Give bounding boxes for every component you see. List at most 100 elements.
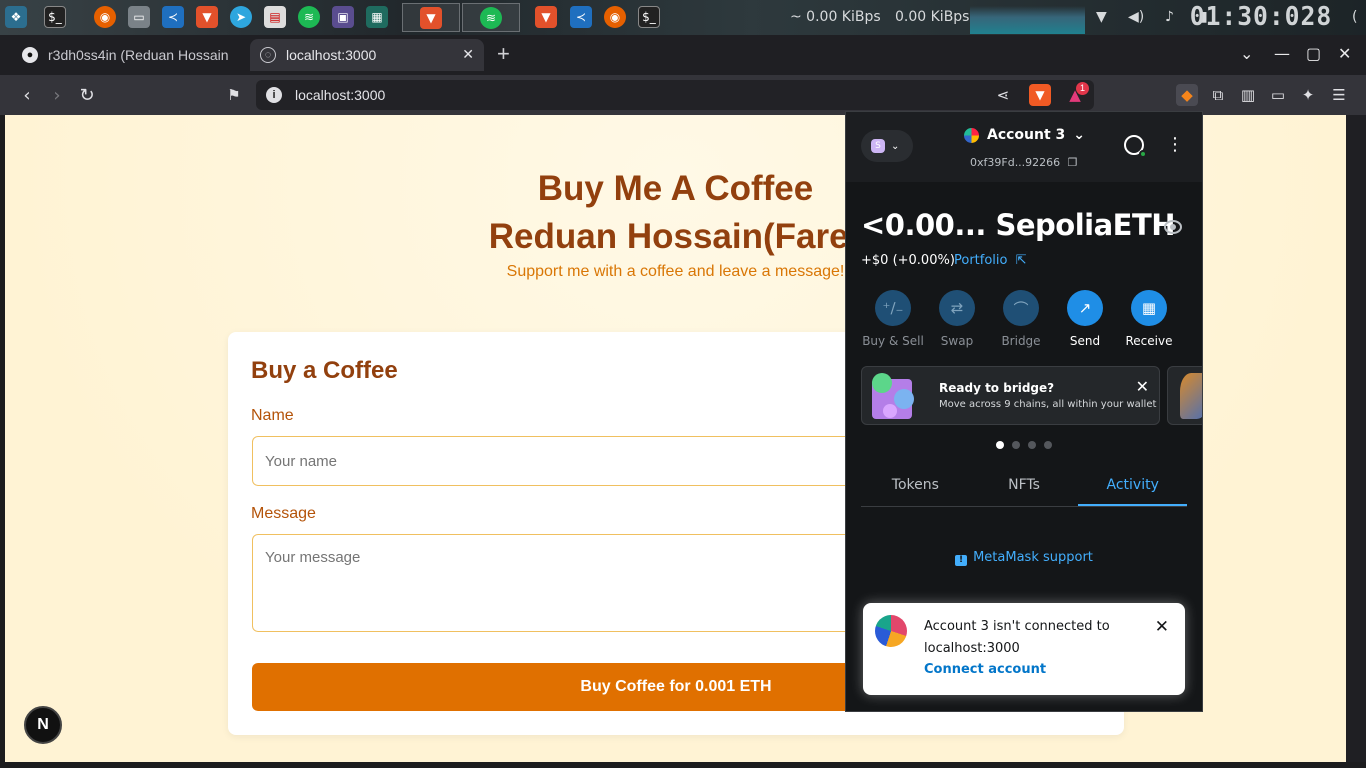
brave-shields-icon[interactable]: ▼ [1029, 84, 1051, 106]
github-icon: ● [22, 47, 38, 63]
tab-tokens[interactable]: Tokens [861, 469, 970, 506]
tab-label: localhost:3000 [286, 47, 377, 63]
app-launcher-icon[interactable]: ❖ [5, 6, 27, 28]
chevron-down-icon: ⌄ [1073, 127, 1086, 143]
menu-icon[interactable]: ☰ [1328, 84, 1350, 106]
account-name: Account 3 [987, 127, 1066, 143]
carousel-dot[interactable] [1012, 441, 1020, 449]
connected-sites-icon[interactable] [1124, 135, 1147, 158]
tab-list-chevron-icon[interactable]: ⌄ [1240, 44, 1253, 63]
portfolio-link[interactable]: Portfolio ⇱ [954, 253, 1027, 268]
bridge-icon: ⌒ [1003, 290, 1039, 326]
tab-nfts[interactable]: NFTs [970, 469, 1079, 506]
next-promo-banner[interactable] [1167, 366, 1202, 425]
globe-icon: ◌ [260, 47, 276, 63]
bridge-promo-banner[interactable]: Ready to bridge? Move across 9 chains, a… [861, 366, 1160, 425]
browser-tab-strip: ● r3dh0ss4in (Reduan Hossain ◌ localhost… [0, 35, 1366, 75]
leo-ai-icon[interactable]: ✦ [1297, 84, 1319, 106]
address-url[interactable]: localhost:3000 [295, 87, 385, 103]
forward-button[interactable]: › [45, 83, 69, 107]
receive-icon: ▦ [1131, 290, 1167, 326]
overflow-icon[interactable]: ( [1352, 9, 1357, 25]
system-taskbar: ❖ $_ ◉ ▭ ≺ ▼ ➤ ▤ ≋ ▣ ▦ ▼ ≋ ▼ ≺ ◉ $_ ~ 0.… [0, 0, 1366, 35]
address-bar[interactable]: i localhost:3000 ⋖ ▼ ▲ 1 [256, 80, 1094, 110]
spotify-icon[interactable]: ≋ [298, 6, 320, 28]
portfolio-label: Portfolio [954, 253, 1008, 268]
new-tab-button[interactable]: + [497, 41, 510, 67]
account-avatar [875, 615, 907, 647]
hide-balance-eye-icon[interactable] [1164, 220, 1182, 234]
metamask-extension-icon[interactable]: ◆ [1176, 84, 1198, 106]
browser-toolbar: ‹ › ↻ ⚑ i localhost:3000 ⋖ ▼ ▲ 1 ◆ ⧉ ▥ ▭… [0, 75, 1366, 115]
brave-window-icon: ▼ [420, 6, 442, 29]
balance-change: +$0 (+0.00%) [861, 253, 955, 268]
telegram-icon[interactable]: ➤ [230, 6, 252, 28]
bridge-promo-illustration [872, 373, 914, 419]
taskbar-window-spotify[interactable]: ≋ [462, 3, 520, 32]
copy-icon[interactable]: ❐ [1068, 156, 1078, 169]
tab-activity[interactable]: Activity [1078, 469, 1188, 506]
share-icon[interactable]: ⋖ [992, 84, 1014, 106]
tab-localhost[interactable]: ◌ localhost:3000 ✕ [250, 39, 484, 71]
page-scrollbar[interactable] [1346, 115, 1366, 762]
firefox-icon[interactable]: ◉ [94, 6, 116, 28]
bookmark-icon[interactable]: ⚑ [222, 83, 246, 107]
taskbar-clock: 01:30:028 [1189, 2, 1333, 32]
sidebar-icon[interactable]: ▥ [1237, 84, 1259, 106]
close-window-button[interactable]: ✕ [1338, 44, 1351, 63]
terminal-icon[interactable]: $_ [44, 6, 66, 28]
network-picker[interactable]: S ⌄ [861, 130, 913, 162]
brave-icon[interactable]: ▼ [196, 6, 218, 28]
extensions-icon[interactable]: ⧉ [1207, 84, 1229, 106]
metamask-popup: S ⌄ Account 3 ⌄ 0xf39Fd...92266 ❐ ⋮ <0.0… [845, 111, 1203, 712]
notification-bell-icon[interactable]: ♪ [1165, 9, 1174, 25]
document-viewer-icon[interactable]: ▤ [264, 6, 286, 28]
metamask-support-link[interactable]: ! MetaMask support [846, 550, 1202, 566]
vscode-pinned-icon[interactable]: ≺ [570, 6, 592, 28]
carousel-dot[interactable] [996, 441, 1004, 449]
brave-pinned-icon[interactable]: ▼ [535, 6, 557, 28]
receive-button[interactable]: ▦ Receive [1117, 290, 1181, 348]
metamask-tabs: Tokens NFTs Activity [861, 469, 1188, 507]
carousel-dot[interactable] [1028, 441, 1036, 449]
wallet-icon[interactable]: ▭ [1267, 84, 1289, 106]
minimize-button[interactable]: — [1274, 44, 1290, 63]
buy-sell-button[interactable]: ⁺∕₋ Buy & Sell [861, 290, 925, 348]
send-label: Send [1069, 334, 1101, 348]
reload-button[interactable]: ↻ [75, 83, 99, 107]
files-icon[interactable]: ▭ [128, 6, 150, 28]
screen-recorder-icon[interactable]: ▣ [332, 6, 354, 28]
account-address[interactable]: 0xf39Fd...92266 ❐ [970, 156, 1078, 169]
connect-account-link[interactable]: Connect account [924, 662, 1046, 677]
carousel-dot[interactable] [1044, 441, 1052, 449]
more-options-icon[interactable]: ⋮ [1166, 134, 1184, 155]
taskbar-window-brave[interactable]: ▼ [402, 3, 460, 32]
bridge-button[interactable]: ⌒ Bridge [989, 290, 1053, 348]
nextjs-dev-badge[interactable]: N [24, 706, 62, 744]
maximize-button[interactable]: ▢ [1306, 44, 1321, 63]
swap-label: Swap [940, 334, 974, 348]
chevron-down-icon: ⌄ [891, 140, 900, 152]
sepolia-network-icon: S [871, 139, 885, 153]
card-title: Buy a Coffee [251, 357, 398, 384]
volume-icon[interactable]: ◀) [1128, 9, 1144, 25]
back-button[interactable]: ‹ [15, 83, 39, 107]
site-info-icon[interactable]: i [266, 87, 282, 103]
monitor-icon[interactable]: ▦ [366, 6, 388, 28]
account-picker[interactable]: Account 3 ⌄ [964, 127, 1085, 143]
send-button[interactable]: ↗ Send [1053, 290, 1117, 348]
connection-toast: Account 3 isn't connected to localhost:3… [863, 603, 1185, 695]
firefox-pinned-icon[interactable]: ◉ [604, 6, 626, 28]
terminal-pinned-icon[interactable]: $_ [638, 6, 660, 28]
vscode-icon[interactable]: ≺ [162, 6, 184, 28]
toast-message: Account 3 isn't connected to localhost:3… [924, 619, 1110, 656]
swap-button[interactable]: ⇄ Swap [925, 290, 989, 348]
tab-github[interactable]: ● r3dh0ss4in (Reduan Hossain [12, 39, 246, 71]
spotify-window-icon: ≋ [480, 6, 502, 29]
banner-title: Ready to bridge? [939, 381, 1055, 395]
close-banner-icon[interactable]: ✕ [1136, 377, 1149, 396]
address-text: 0xf39Fd...92266 [970, 156, 1061, 169]
close-toast-icon[interactable]: ✕ [1155, 617, 1169, 637]
wifi-icon[interactable]: ▼ [1096, 9, 1107, 25]
close-tab-icon[interactable]: ✕ [462, 46, 474, 63]
